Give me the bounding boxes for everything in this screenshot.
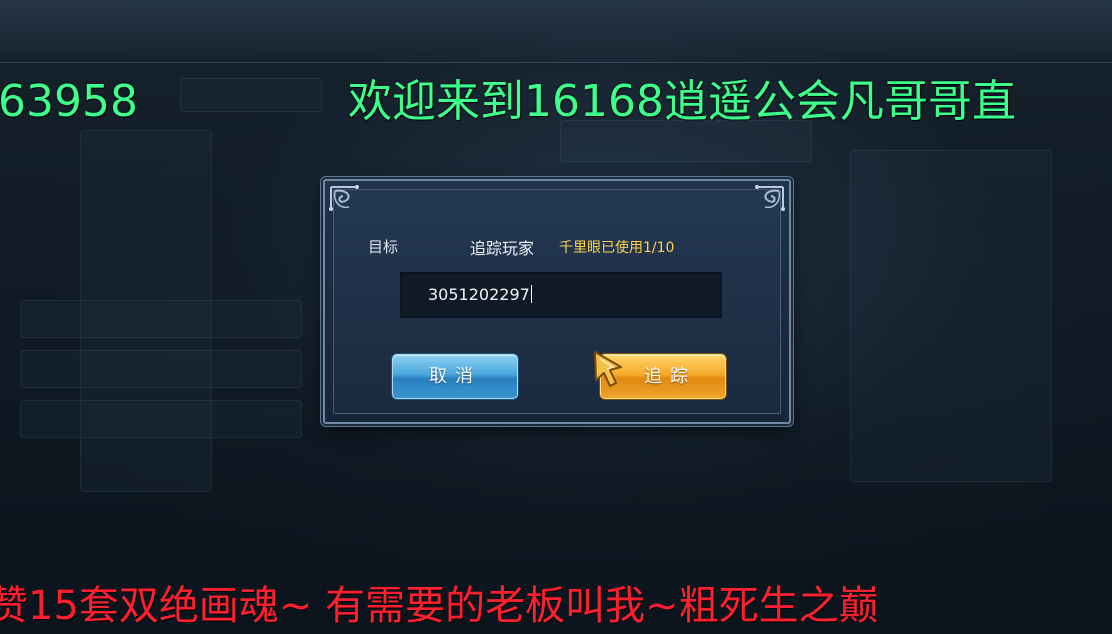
background-panel	[20, 350, 302, 388]
player-id-input[interactable]: 3051202297	[400, 272, 722, 318]
player-id-value: 3051202297	[428, 285, 530, 304]
game-screen: 63958 欢迎来到16168逍遥公会凡哥哥直 目标 追踪玩家 千里眼已使用1/…	[0, 0, 1112, 634]
overlay-id-text: 63958	[0, 76, 138, 127]
ornament-scroll-icon	[329, 185, 359, 211]
target-label: 目标	[368, 238, 399, 256]
ornament-scroll-icon	[755, 185, 785, 211]
background-top-bar	[0, 0, 1112, 63]
overlay-ad-text: 赞15套双绝画魂~ 有需要的老板叫我~粗死生之巅	[0, 583, 879, 629]
cancel-button[interactable]: 取消	[392, 354, 518, 399]
text-caret	[530, 285, 532, 303]
background-panel	[850, 150, 1052, 482]
overlay-welcome-text: 欢迎来到16168逍遥公会凡哥哥直	[348, 76, 1016, 127]
track-player-dialog: 目标 追踪玩家 千里眼已使用1/10 3051202297 取消 追踪	[323, 179, 791, 424]
dialog-title: 追踪玩家	[470, 239, 535, 258]
arrow-cursor-icon	[594, 351, 622, 387]
background-panel	[20, 400, 302, 438]
usage-counter: 千里眼已使用1/10	[559, 240, 675, 256]
background-panel	[180, 78, 322, 112]
background-panel	[20, 300, 302, 338]
